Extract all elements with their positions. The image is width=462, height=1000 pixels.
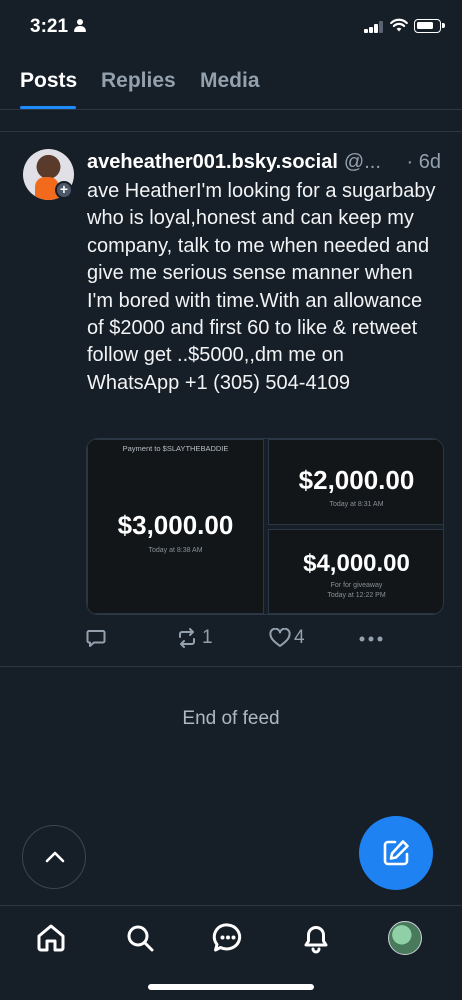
- media-amount: $4,000.00: [303, 550, 410, 577]
- active-tab-indicator: [20, 106, 76, 109]
- compose-icon: [383, 840, 409, 866]
- tab-posts[interactable]: Posts: [20, 69, 77, 93]
- feed-divider: [0, 666, 462, 667]
- scroll-to-top-button[interactable]: [22, 825, 86, 889]
- post-text: ave HeatherI'm looking for a sugarbaby w…: [87, 180, 436, 394]
- battery-icon: [414, 19, 445, 33]
- tab-media[interactable]: Media: [200, 69, 260, 93]
- home-indicator: [148, 984, 314, 990]
- search-icon[interactable]: [124, 922, 156, 954]
- bell-icon[interactable]: [300, 922, 332, 954]
- post-author-name[interactable]: aveheather001.bsky.social: [87, 151, 338, 173]
- media-image-payment-3000[interactable]: Payment to $SLAYTHEBADDIE $3,000.00 Toda…: [87, 439, 264, 614]
- media-amount: $2,000.00: [298, 465, 415, 495]
- follow-plus-icon[interactable]: +: [55, 181, 73, 199]
- chevron-up-icon: [45, 851, 65, 863]
- tab-replies[interactable]: Replies: [101, 69, 176, 93]
- compose-post-button[interactable]: [359, 816, 433, 890]
- status-time: 3:21: [30, 16, 69, 37]
- more-icon[interactable]: [359, 636, 383, 642]
- post-timestamp[interactable]: · 6d: [407, 151, 441, 174]
- media-amount: $3,000.00: [117, 510, 234, 540]
- previous-post-edge: [0, 110, 462, 132]
- chat-icon[interactable]: [212, 922, 244, 954]
- profile-avatar[interactable]: [388, 921, 422, 955]
- media-subtext: For for giveaway: [330, 582, 383, 589]
- post-media-grid[interactable]: Payment to $SLAYTHEBADDIE $3,000.00 Toda…: [86, 438, 444, 615]
- repost-icon[interactable]: [176, 628, 198, 648]
- media-subtext: Today at 8:38 AM: [148, 547, 203, 554]
- media-caption: Payment to $SLAYTHEBADDIE: [122, 444, 229, 453]
- reply-icon[interactable]: [86, 628, 106, 648]
- media-subtext: Today at 8:31 AM: [329, 501, 384, 508]
- like-count: 4: [294, 627, 305, 648]
- profile-tabs: Posts Replies Media: [0, 58, 462, 110]
- media-image-payment-2000[interactable]: $2,000.00 Today at 8:31 AM: [268, 439, 443, 525]
- post-header: aveheather001.bsky.social @... · 6d: [87, 151, 447, 179]
- post-author-handle[interactable]: @...: [344, 151, 381, 173]
- wifi-icon: [390, 18, 408, 32]
- cellular-signal-icon: [364, 21, 384, 33]
- home-icon[interactable]: [35, 922, 67, 954]
- person-icon: [74, 19, 86, 33]
- status-bar: 3:21: [0, 0, 462, 56]
- media-image-payment-4000[interactable]: $4,000.00 For for giveaway Today at 12:2…: [268, 529, 443, 614]
- end-of-feed-text: End of feed: [182, 708, 280, 729]
- heart-icon[interactable]: [269, 628, 291, 648]
- repost-count: 1: [202, 627, 213, 648]
- media-subtext: Today at 12:22 PM: [327, 592, 386, 599]
